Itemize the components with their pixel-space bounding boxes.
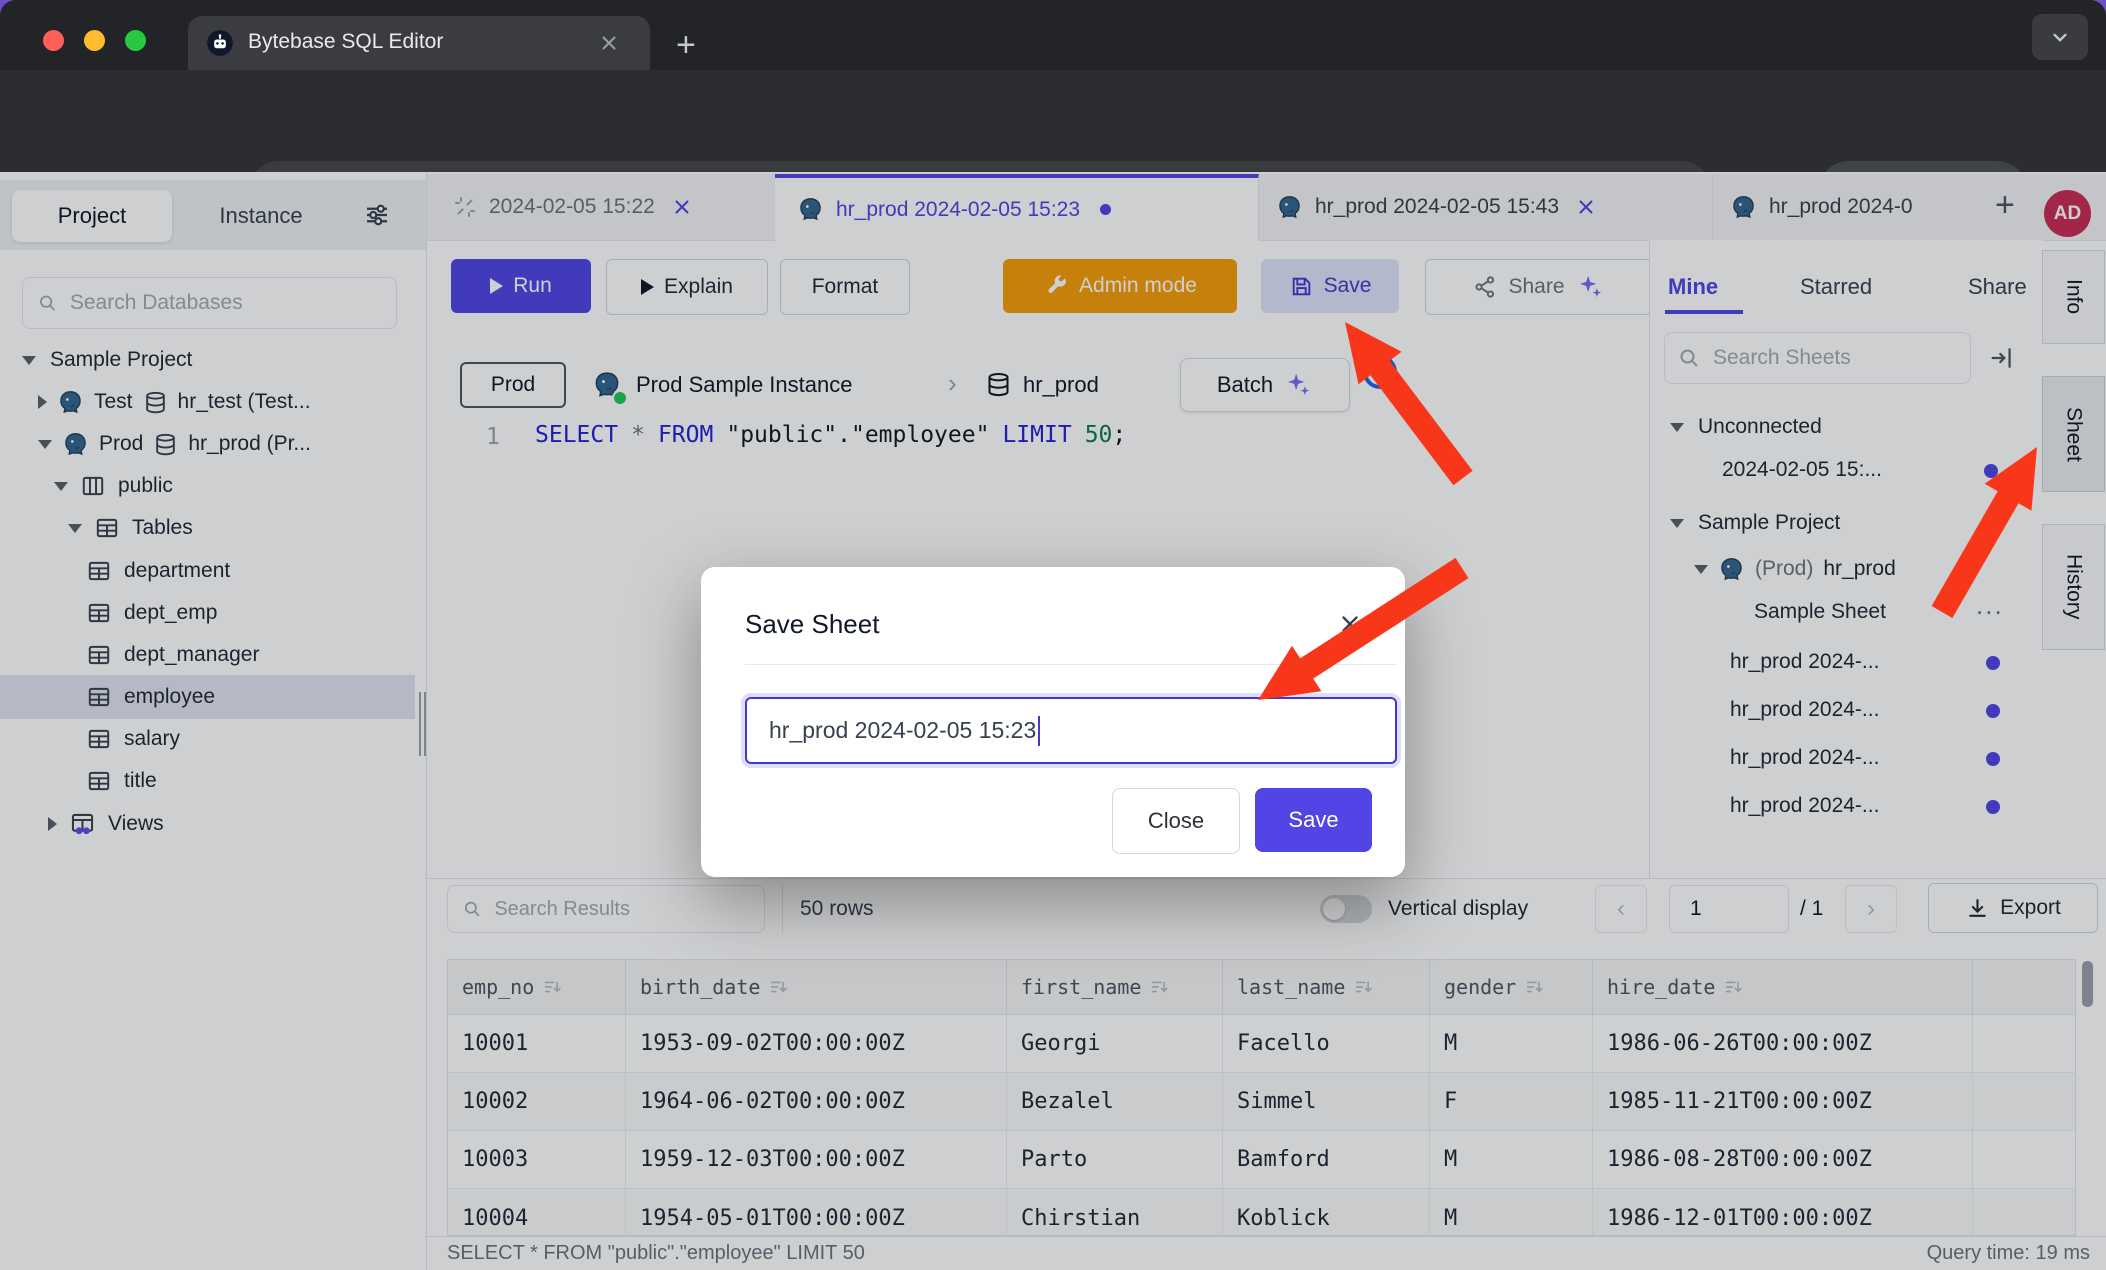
dialog-divider (745, 664, 1397, 665)
text-cursor (1038, 716, 1040, 746)
window-zoom-button[interactable] (125, 30, 146, 51)
save-sheet-dialog: Save Sheet hr_prod 2024-02-05 15:23 Clos… (701, 567, 1405, 877)
dialog-title: Save Sheet (745, 609, 879, 640)
browser-tab-title: Bytebase SQL Editor (248, 30, 443, 54)
dialog-close-button[interactable]: Close (1112, 788, 1240, 854)
window-close-button[interactable] (43, 30, 64, 51)
screen: Bytebase SQL Editor + localhost:8080/sql… (0, 0, 2106, 1270)
browser-tab[interactable]: Bytebase SQL Editor (188, 16, 650, 70)
sheet-name-input[interactable]: hr_prod 2024-02-05 15:23 (745, 697, 1397, 764)
dialog-close-icon[interactable] (1337, 611, 1363, 637)
chevron-down-icon (2047, 24, 2073, 50)
tab-close-icon[interactable] (598, 32, 620, 54)
window-minimize-button[interactable] (84, 30, 105, 51)
bytebase-favicon (206, 29, 234, 57)
browser-titlebar: Bytebase SQL Editor + (0, 0, 2106, 70)
tab-search-button[interactable] (2032, 14, 2088, 60)
new-tab-button[interactable]: + (676, 26, 696, 65)
browser-navbar: localhost:8080/sql-editor/prod-sample-in… (0, 70, 2106, 172)
dialog-save-button[interactable]: Save (1255, 788, 1372, 852)
browser-window: Bytebase SQL Editor + localhost:8080/sql… (0, 0, 2106, 1270)
